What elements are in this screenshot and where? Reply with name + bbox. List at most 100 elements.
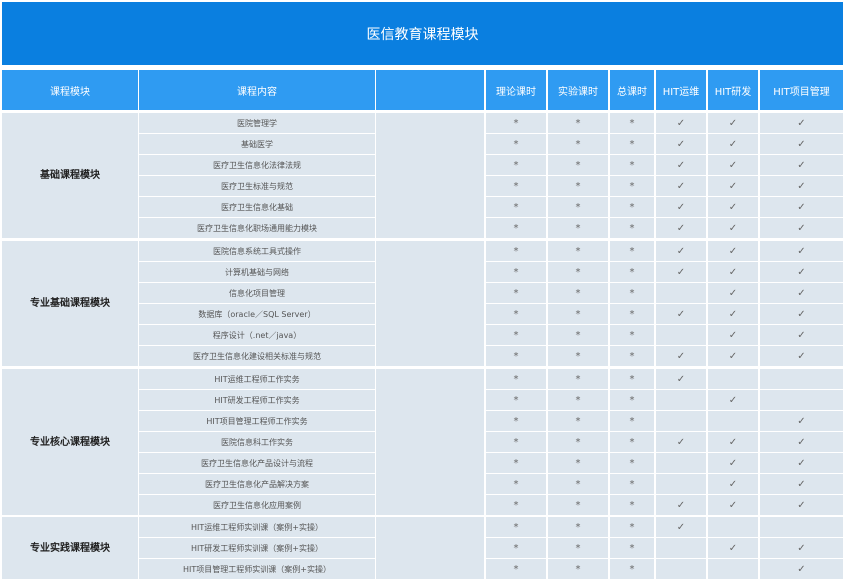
asterisk-mark: * bbox=[513, 499, 519, 511]
hours-cell: * bbox=[610, 517, 654, 537]
check-icon: ✓ bbox=[797, 478, 806, 490]
hours-cell: * bbox=[486, 432, 546, 452]
hit-cell: ✓ bbox=[656, 113, 706, 133]
hit-cell bbox=[708, 369, 758, 389]
hours-cell: * bbox=[486, 283, 546, 303]
asterisk-mark: * bbox=[629, 350, 635, 362]
hit-cell: ✓ bbox=[656, 155, 706, 175]
asterisk-mark: * bbox=[513, 138, 519, 150]
header-cell: 课程模块 bbox=[2, 70, 138, 110]
hit-cell: ✓ bbox=[760, 241, 843, 261]
course-name-cell: HIT项目管理工程师工作实务 bbox=[139, 411, 375, 431]
check-icon: ✓ bbox=[728, 394, 738, 406]
hit-cell: ✓ bbox=[708, 474, 758, 494]
asterisk-mark: * bbox=[513, 415, 519, 427]
course-name-cell: 医院管理学 bbox=[139, 113, 375, 133]
check-icon: ✓ bbox=[676, 521, 686, 533]
asterisk-mark: * bbox=[575, 201, 581, 213]
module-name-cell: 基础课程模块 bbox=[2, 113, 138, 238]
check-icon: ✓ bbox=[797, 201, 806, 213]
asterisk-mark: * bbox=[513, 159, 519, 171]
module-name: 基础课程模块 bbox=[40, 170, 100, 181]
asterisk-mark: * bbox=[513, 287, 519, 299]
course-name: 医疗卫生信息化职场通用能力模块 bbox=[197, 223, 317, 233]
module-name: 专业实践 bbox=[30, 542, 70, 554]
hit-cell: ✓ bbox=[656, 197, 706, 217]
hours-cell: * bbox=[486, 559, 546, 579]
asterisk-mark: * bbox=[513, 521, 519, 533]
hit-cell bbox=[760, 369, 843, 389]
module-name: 专业核心 bbox=[30, 436, 70, 448]
course-name-cell: 医疗卫生信息化职场通用能力模块 bbox=[139, 218, 375, 238]
asterisk-mark: * bbox=[629, 329, 635, 341]
course-name: 程序设计（.net／java） bbox=[212, 330, 302, 340]
blank-cell bbox=[376, 113, 484, 238]
course-name: 计算机基础与网络 bbox=[225, 267, 289, 277]
asterisk-mark: * bbox=[629, 415, 635, 427]
hit-cell: ✓ bbox=[708, 538, 758, 558]
asterisk-mark: * bbox=[513, 350, 519, 362]
hit-cell bbox=[656, 559, 706, 579]
check-icon: ✓ bbox=[797, 329, 806, 341]
course-name-cell: HIT研发工程师实训课（案例+实操） bbox=[139, 538, 375, 558]
check-icon: ✓ bbox=[728, 138, 738, 150]
asterisk-mark: * bbox=[575, 499, 581, 511]
asterisk-mark: * bbox=[629, 499, 635, 511]
asterisk-mark: * bbox=[575, 478, 581, 490]
course-name-cell: 医疗卫生信息化产品解决方案 bbox=[139, 474, 375, 494]
check-icon: ✓ bbox=[728, 159, 738, 171]
course-name: 医院管理学 bbox=[237, 118, 277, 128]
hit-cell bbox=[656, 390, 706, 410]
hours-cell: * bbox=[486, 495, 546, 515]
hit-cell: ✓ bbox=[708, 432, 758, 452]
asterisk-mark: * bbox=[513, 245, 519, 257]
hours-cell: * bbox=[548, 390, 608, 410]
hours-cell: * bbox=[610, 155, 654, 175]
course-name: HIT项目管理工程师实训课（案例+实操） bbox=[183, 564, 331, 574]
course-name-cell: 医疗卫生信息化产品设计与流程 bbox=[139, 453, 375, 473]
hours-cell: * bbox=[548, 517, 608, 537]
course-name: 医疗卫生信息化应用案例 bbox=[213, 500, 301, 510]
check-icon: ✓ bbox=[676, 350, 686, 362]
check-icon: ✓ bbox=[797, 542, 806, 554]
hours-cell: * bbox=[486, 155, 546, 175]
hit-cell bbox=[708, 559, 758, 579]
header-cell: HIT运维 bbox=[656, 70, 706, 110]
course-name: HIT项目管理工程师工作实务 bbox=[206, 416, 308, 426]
asterisk-mark: * bbox=[575, 563, 581, 575]
asterisk-mark: * bbox=[575, 222, 581, 234]
asterisk-mark: * bbox=[513, 457, 519, 469]
hit-cell: ✓ bbox=[656, 134, 706, 154]
hit-cell: ✓ bbox=[708, 155, 758, 175]
hours-cell: * bbox=[486, 241, 546, 261]
hours-cell: * bbox=[486, 113, 546, 133]
module-name: 课程模块 bbox=[70, 436, 110, 448]
check-icon: ✓ bbox=[728, 222, 738, 234]
check-icon: ✓ bbox=[676, 138, 686, 150]
hours-cell: * bbox=[610, 325, 654, 345]
hours-cell: * bbox=[610, 218, 654, 238]
blank-cell bbox=[376, 241, 484, 366]
hours-cell: * bbox=[548, 369, 608, 389]
check-icon: ✓ bbox=[797, 287, 806, 299]
hit-cell: ✓ bbox=[760, 538, 843, 558]
hit-cell: ✓ bbox=[760, 432, 843, 452]
asterisk-mark: * bbox=[513, 201, 519, 213]
course-name-cell: 医院信息系统工具式操作 bbox=[139, 241, 375, 261]
hours-cell: * bbox=[548, 283, 608, 303]
check-icon: ✓ bbox=[728, 457, 738, 469]
check-icon: ✓ bbox=[797, 436, 806, 448]
asterisk-mark: * bbox=[629, 266, 635, 278]
check-icon: ✓ bbox=[728, 308, 738, 320]
module-name-cell: 专业实践 课程模块 bbox=[2, 517, 138, 579]
asterisk-mark: * bbox=[575, 180, 581, 192]
hours-cell: * bbox=[548, 346, 608, 366]
asterisk-mark: * bbox=[575, 329, 581, 341]
course-name: 医疗卫生信息化法律法规 bbox=[213, 160, 301, 170]
course-name-cell: 数据库（oracle／SQL Server） bbox=[139, 304, 375, 324]
asterisk-mark: * bbox=[575, 350, 581, 362]
hours-cell: * bbox=[486, 325, 546, 345]
hours-cell: * bbox=[548, 241, 608, 261]
asterisk-mark: * bbox=[575, 117, 581, 129]
hit-cell: ✓ bbox=[760, 218, 843, 238]
